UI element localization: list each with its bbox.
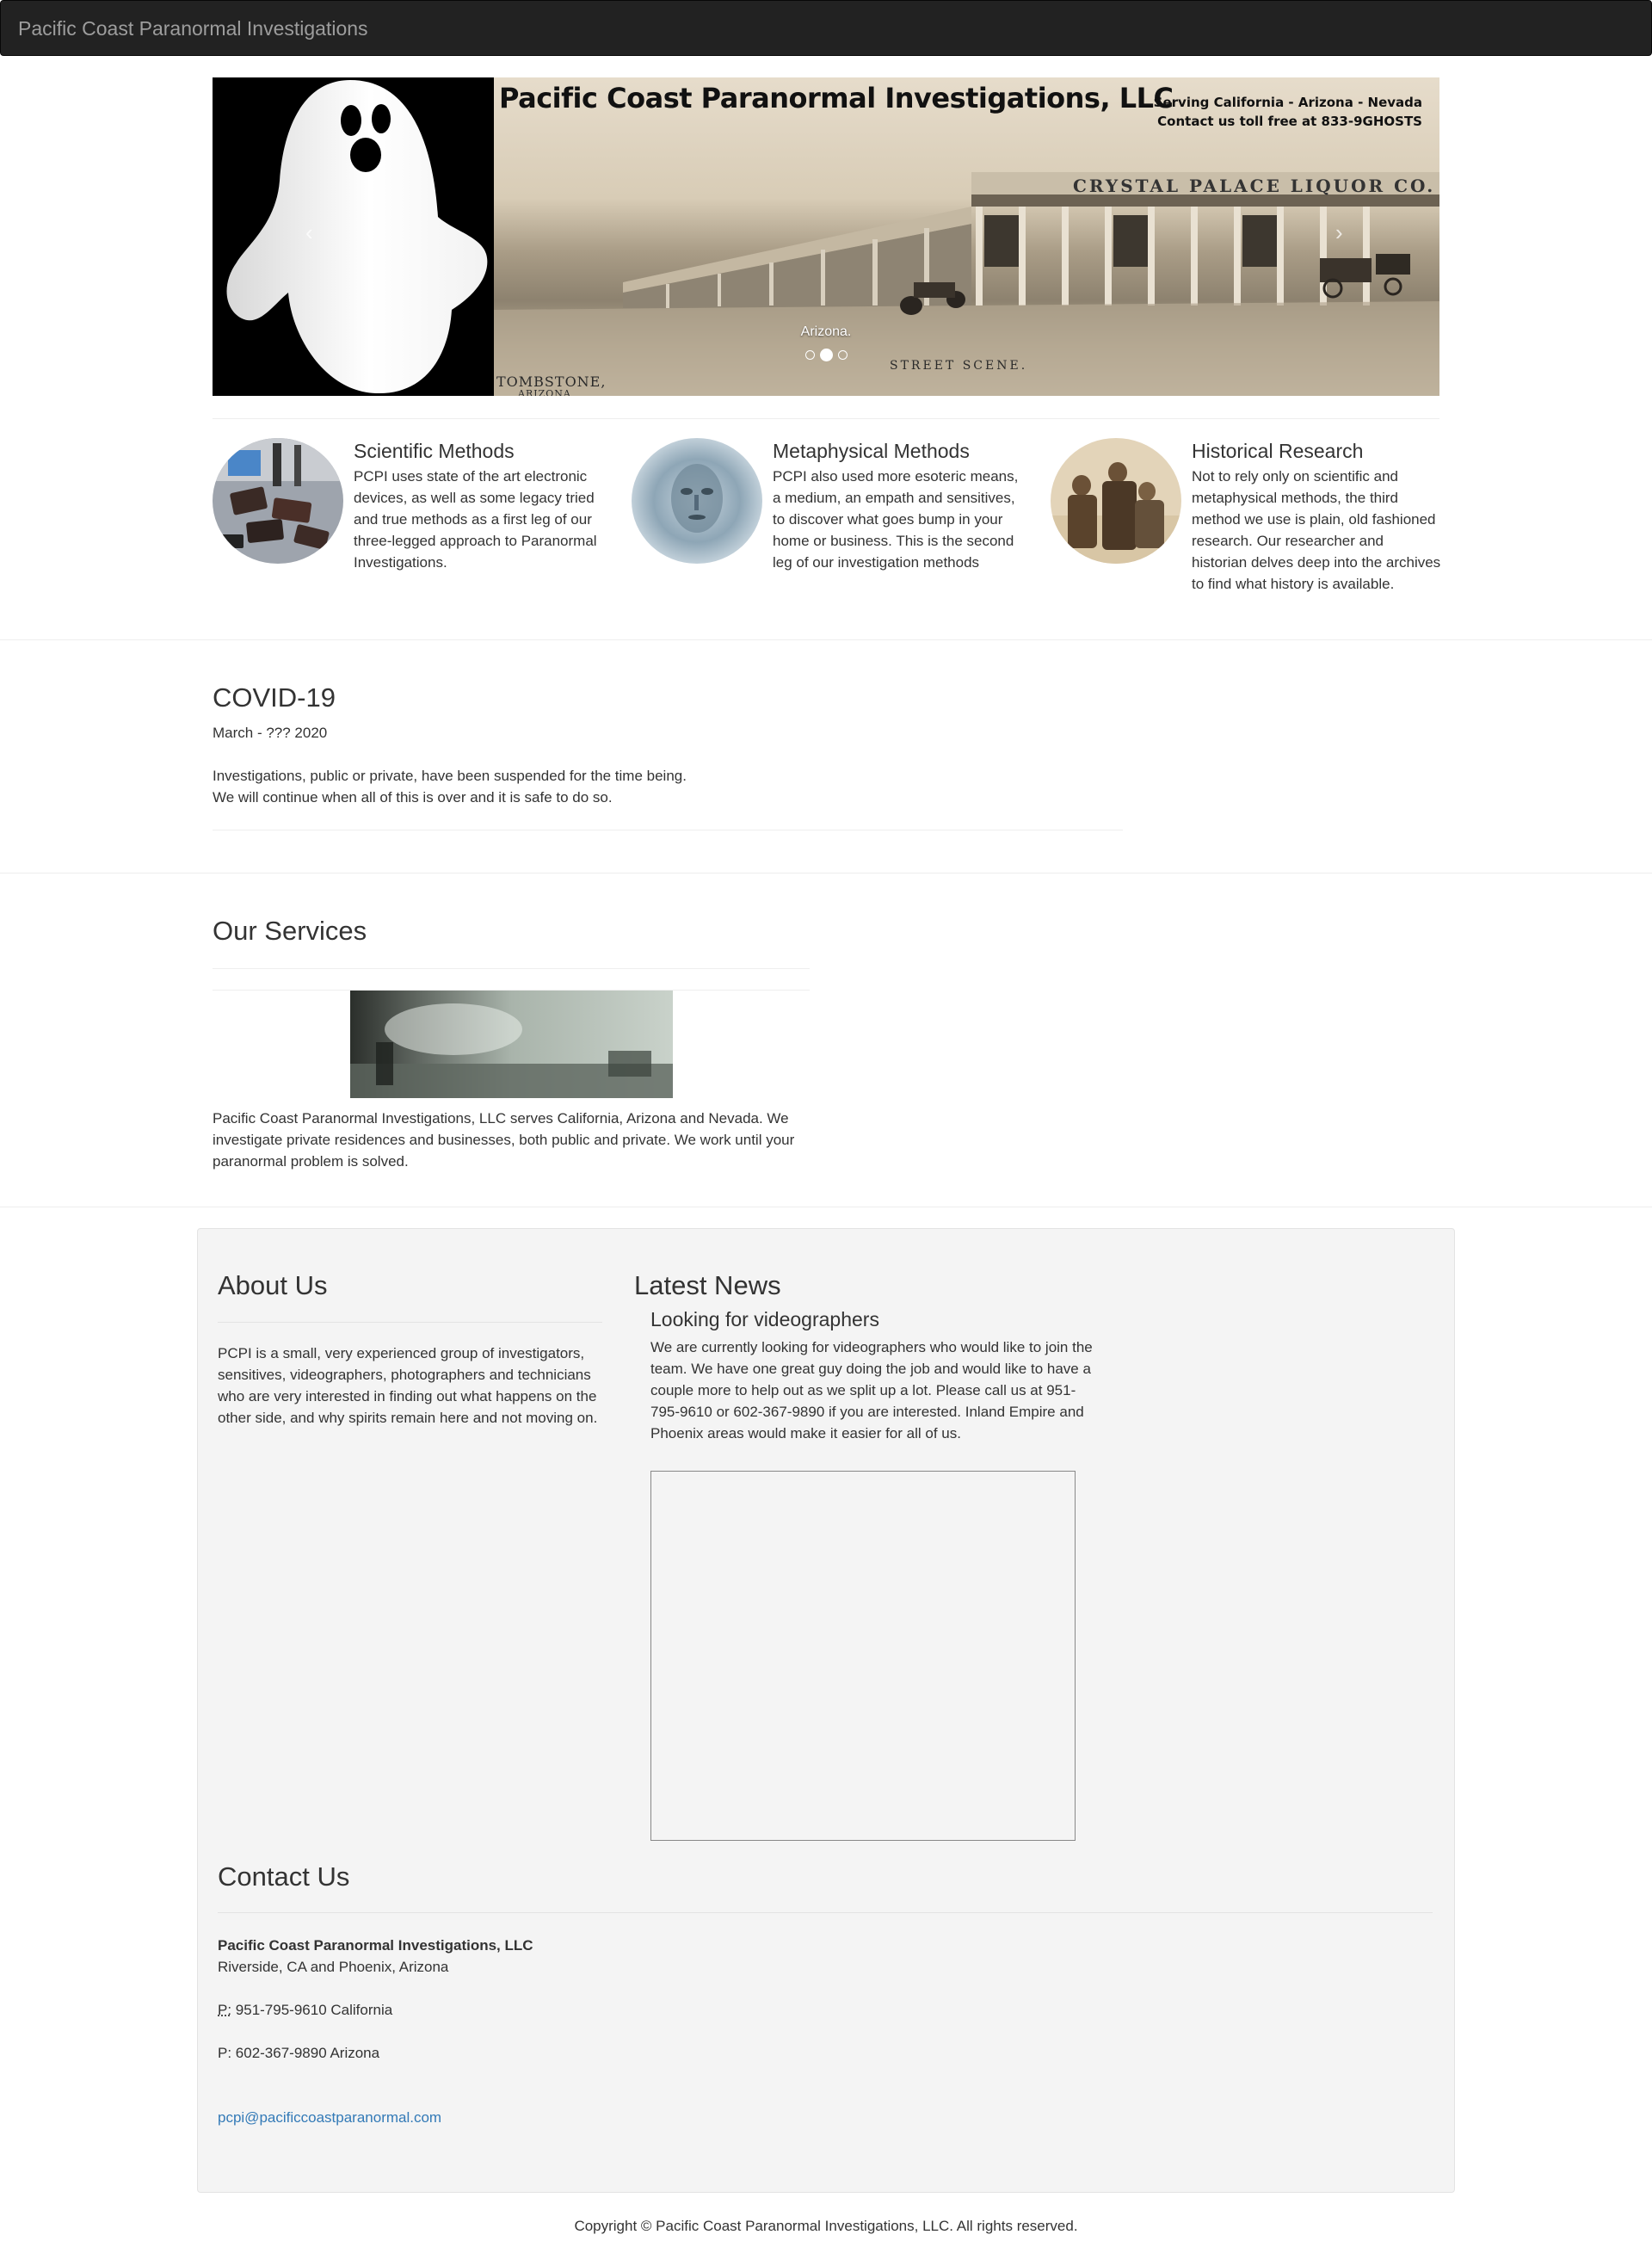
divider <box>213 418 1439 419</box>
section-divider <box>0 639 1652 640</box>
chevron-right-icon: › <box>1335 219 1343 245</box>
ethereal-face-image <box>632 438 762 564</box>
carousel-prev-control[interactable]: ‹ <box>305 219 313 245</box>
phone-number: 951-795-9610 California <box>231 2002 393 2018</box>
news-item-text: We are currently looking for videographe… <box>650 1339 1093 1441</box>
about-text: PCPI is a small, very experienced group … <box>218 1345 598 1426</box>
carousel-indicators <box>213 344 1439 366</box>
historical-photo-image <box>1051 438 1181 564</box>
divider <box>218 1912 1433 1913</box>
banner-title: Pacific Coast Paranormal Investigations,… <box>499 82 1174 114</box>
phone-abbr: P: <box>218 2002 232 2018</box>
embedded-video-frame[interactable] <box>650 1471 1076 1841</box>
contact-company: Pacific Coast Paranormal Investigations,… <box>218 1937 533 1954</box>
divider <box>218 1322 602 1323</box>
navbar-brand-link[interactable]: Pacific Coast Paranormal Investigations <box>18 16 368 40</box>
services-text: Pacific Coast Paranormal Investigations,… <box>213 1110 795 1170</box>
feature-text: PCPI also used more esoteric means, a me… <box>773 468 1019 571</box>
carousel-indicator-1[interactable] <box>804 349 815 360</box>
feature-title: Historical Research <box>1192 440 1364 462</box>
hero-carousel: Pacific Coast Paranormal Investigations,… <box>213 77 1439 396</box>
carousel-next-control[interactable]: › <box>1335 219 1343 245</box>
electronic-devices-image <box>213 438 343 564</box>
tombstone-label: TOMBSTONE, ARIZONA <box>496 375 606 397</box>
copyright: Copyright © Pacific Coast Paranormal Inv… <box>574 2218 1078 2234</box>
chevron-left-icon: ‹ <box>305 219 313 245</box>
contact-email-link[interactable]: pcpi@pacificcoastparanormal.com <box>218 2109 441 2126</box>
contact-title: Contact Us <box>218 1861 350 1892</box>
navbar: Pacific Coast Paranormal Investigations <box>0 0 1652 56</box>
contact-location: Riverside, CA and Phoenix, Arizona <box>218 1959 449 1975</box>
covid-dates: March - ??? 2020 <box>213 725 328 741</box>
feature-title: Metaphysical Methods <box>773 440 970 462</box>
services-title: Our Services <box>213 916 367 946</box>
banner-service-area: Serving California - Arizona - Nevada <box>1153 95 1422 110</box>
carousel-indicator-2[interactable] <box>819 348 833 361</box>
banner-phone: Contact us toll free at 833-9GHOSTS <box>1157 114 1422 129</box>
covid-line-2: We will continue when all of this is ove… <box>213 789 613 806</box>
news-item-title: Looking for videographers <box>650 1308 879 1330</box>
covid-title: COVID-19 <box>213 682 336 713</box>
covid-line-1: Investigations, public or private, have … <box>213 768 687 784</box>
haunted-room-image <box>350 991 673 1098</box>
feature-text: PCPI uses state of the art electronic de… <box>354 468 597 571</box>
store-sign: CRYSTAL PALACE LIQUOR CO. <box>1073 176 1436 196</box>
carousel-indicator-3[interactable] <box>837 349 848 360</box>
feature-title: Scientific Methods <box>354 440 515 462</box>
contact-phone-arizona: P: 602-367-9890 Arizona <box>218 2045 380 2061</box>
feature-text: Not to rely only on scientific and metap… <box>1192 468 1441 592</box>
carousel-caption: Arizona. <box>800 324 852 339</box>
news-title: Latest News <box>634 1270 781 1300</box>
contact-phone-california: P: 951-795-9610 California <box>218 1999 392 2021</box>
banner-tagline: Serving California - Arizona - Nevada Co… <box>1154 93 1422 131</box>
divider <box>213 968 810 969</box>
about-title: About Us <box>218 1270 328 1300</box>
